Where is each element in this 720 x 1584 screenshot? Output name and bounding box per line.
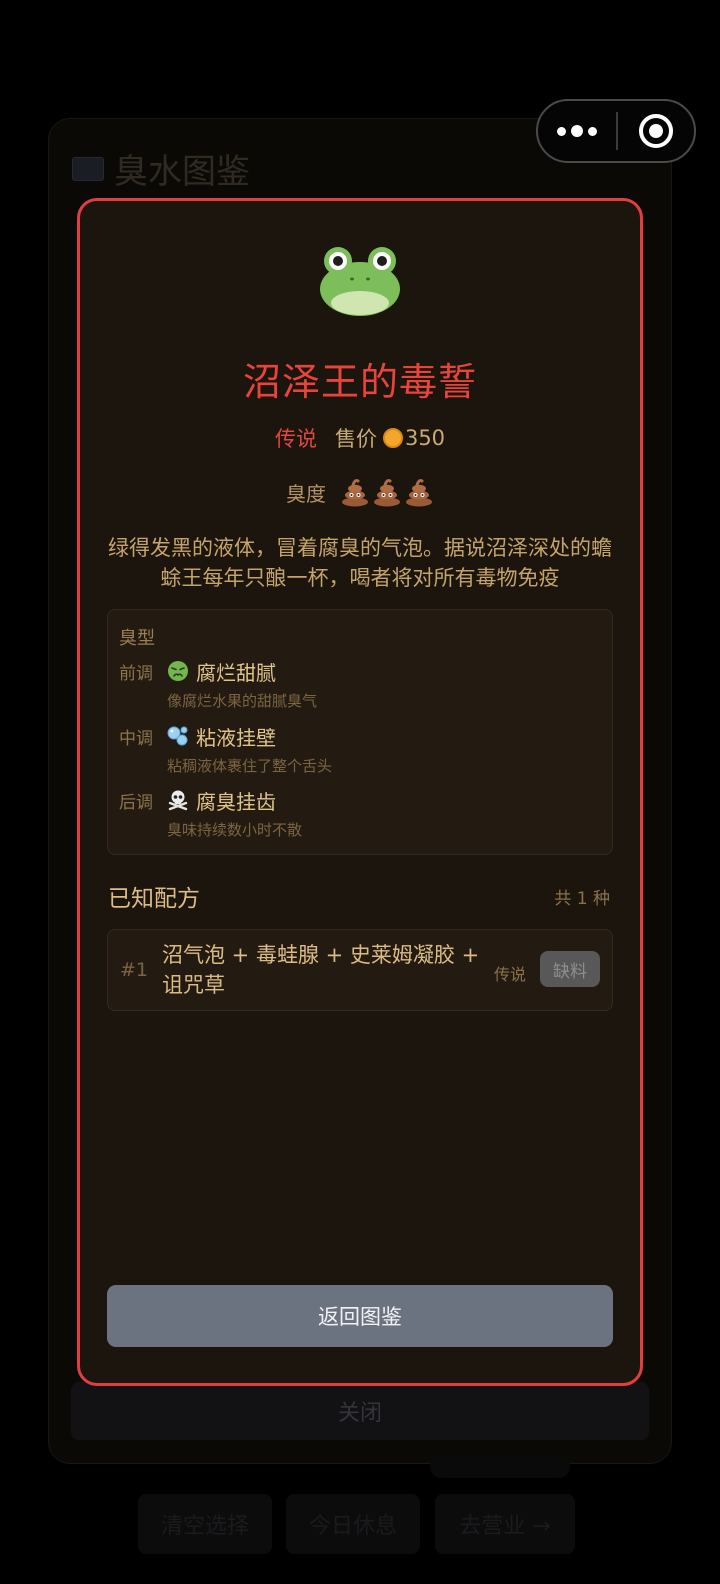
smell-profile-title: 臭型 [119,628,155,649]
background-close-button: 关闭 [71,1382,649,1440]
note-label: 前调 [119,663,153,684]
price-value: 350 [404,426,446,450]
missing-ingredients-button[interactable]: 缺料 [540,951,600,987]
background-title-text: 臭水图鉴 [114,152,250,192]
note-label: 后调 [119,792,153,813]
rest-today-button: 今日休息 [286,1494,420,1554]
smell-level-row: 臭度 [80,477,640,507]
note-description: 粘稠液体裹住了整个舌头 [167,757,333,775]
more-dots-icon[interactable] [538,101,616,161]
poop-icon [404,477,434,507]
recipes-title: 已知配方 [108,886,200,912]
potion-detail-modal: 沼泽王的毒誓 传说 售价 350 臭度 绿得发黑的液体，冒着腐臭的气泡。据说沼泽… [77,198,643,1386]
back-to-codex-button[interactable]: 返回图鉴 [107,1285,613,1347]
recipe-ingredients: 沼气泡 + 毒蛙腺 + 史莱姆凝胶 + 诅咒草 [162,943,480,997]
potion-description: 绿得发黑的液体，冒着腐臭的气泡。据说沼泽深处的蟾蜍王每年只酿一杯，喝者将对所有毒… [108,536,612,590]
miniprogram-capsule [536,99,696,163]
background-pill [430,1456,570,1478]
smell-level-rating [340,477,434,507]
note-description: 臭味持续数小时不散 [167,821,303,839]
target-circle-icon[interactable] [618,101,694,161]
smell-note-base: 后调 腐臭挂齿 臭味持续数小时不散 [119,785,599,840]
smell-note-middle: 中调 粘液挂壁 粘稠液体裹住了整个舌头 [119,721,599,776]
poop-icon [340,477,370,507]
price: 售价 350 [335,423,445,453]
frog-icon [320,247,400,316]
smell-profile-box: 臭型 前调 腐烂甜腻 像腐烂水果的甜腻臭气 中调 粘液挂壁 粘稠液体裹住了整个舌… [107,609,613,855]
recipe-rarity: 传说 [494,965,527,984]
note-name: 腐臭挂齿 [196,789,276,814]
clear-selection-button: 清空选择 [138,1494,272,1554]
potion-meta: 传说 售价 350 [80,423,640,453]
smell-note-top: 前调 腐烂甜腻 像腐烂水果的甜腻臭气 [119,656,599,711]
book-icon [72,156,104,181]
note-name: 粘液挂壁 [196,725,276,750]
coin-icon [382,428,403,448]
note-name: 腐烂甜腻 [196,660,276,685]
recipe-index: #1 [120,959,149,981]
recipes-count: 共 1 种 [554,889,610,909]
nauseated-face-icon [167,660,189,682]
open-shop-button: 去营业 → [435,1494,575,1554]
recipe-item[interactable]: #1 沼气泡 + 毒蛙腺 + 史莱姆凝胶 + 诅咒草 传说 缺料 [107,929,613,1011]
potion-name: 沼泽王的毒誓 [242,360,477,404]
note-description: 像腐烂水果的甜腻臭气 [167,692,318,710]
smell-level-label: 臭度 [286,481,326,506]
rarity-badge: 传说 [274,427,317,451]
poop-icon [372,477,402,507]
bubbles-icon [167,725,189,747]
background-title: 臭水图鉴 [72,144,250,193]
price-label: 售价 [334,427,377,451]
skull-crossbones-icon [167,789,189,811]
note-label: 中调 [119,728,153,749]
